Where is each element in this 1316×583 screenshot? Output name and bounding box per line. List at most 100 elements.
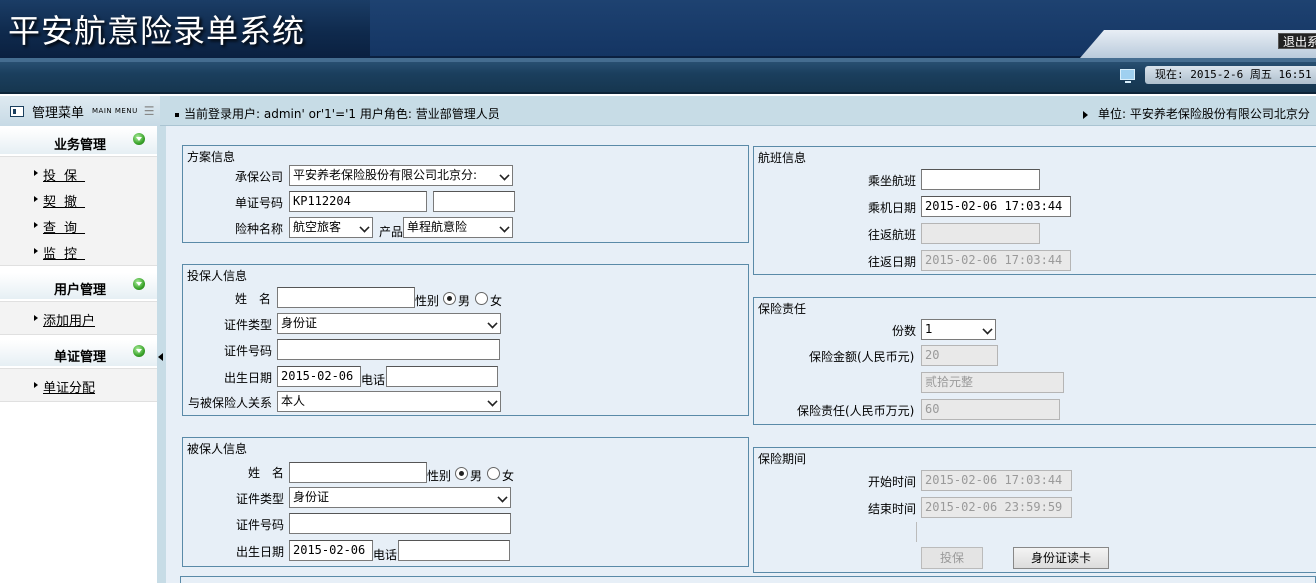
flight-label: 乘坐航班 [868,174,917,188]
insured-idtype-select[interactable]: 身份证 [289,487,511,508]
applicant-relation-select[interactable]: 本人 [277,391,501,412]
current-time: 现在: 2015-2-6 周五 16:51 [1145,66,1316,84]
applicant-female-radio[interactable] [475,292,488,305]
copies-label: 份数 [892,324,917,338]
sidebar-item-cancel[interactable]: 契撤 [43,191,85,210]
flight-date-label: 乘机日期 [868,201,917,215]
applicant-idtype-label: 证件类型 [224,318,273,332]
applicant-relation-label: 与被保险人关系 [188,396,273,410]
app-title: 平安航意险录单系统 [8,12,306,50]
applicant-phone-input[interactable] [386,366,498,387]
start-time-label: 开始时间 [868,475,917,489]
end-time-input: 2015-02-06 23:59:59 [921,497,1072,518]
insured-gender-label: 性别 [427,469,452,483]
section-title: 方案信息 [187,150,236,164]
insured-name-input[interactable] [289,462,427,483]
sidebar-item-query[interactable]: 查询 [43,217,85,236]
sidebar-group-users[interactable]: 用户管理 [0,273,157,299]
section-title: 保险责任 [758,302,807,316]
section-title: 航班信息 [758,151,807,165]
sidebar-item-add-user[interactable]: 添加用户 [43,310,95,329]
insurance-type-select[interactable]: 航空旅客 [289,217,373,238]
applicant-birth-input[interactable]: 2015-02-06 [277,366,361,387]
insured-female-label: 女 [502,469,515,483]
section-title: 被保人信息 [187,442,248,456]
insured-idno-label: 证件号码 [236,518,285,532]
applicant-birth-label: 出生日期 [224,371,273,385]
amount-words-input: 贰拾元整 [921,372,1064,393]
sidebar-group-certs[interactable]: 单证管理 [0,340,157,366]
bullet-icon [34,222,38,228]
amount-input: 20 [921,345,998,366]
sidebar-group-title: 单证管理 [54,350,107,365]
return-date-input[interactable]: 2015-02-06 17:03:44 [921,250,1071,271]
flight-date-input[interactable]: 2015-02-06 17:03:44 [921,196,1071,217]
logout-button[interactable]: 退出系 [1278,33,1316,49]
copies-select[interactable]: 1 [921,319,996,340]
expand-icon[interactable] [133,345,145,357]
flight-input[interactable] [921,169,1040,190]
insured-idno-input[interactable] [289,513,511,534]
liability-amount-input: 60 [921,399,1060,420]
bullet-icon [34,196,38,202]
insurance-type-label: 险种名称 [235,222,284,236]
menu-label: 管理菜单 [32,105,85,121]
chevron-down-icon [487,396,498,407]
status-bar [0,58,1316,94]
chevron-down-icon [487,318,498,329]
bullet-icon [34,315,38,321]
read-idcard-button[interactable]: 身份证读卡 [1013,547,1109,569]
applicant-phone-label: 电话 [361,373,386,387]
product-select[interactable]: 单程航意险 [403,217,513,238]
section-title: 保险期间 [758,452,807,466]
applicant-idno-input[interactable] [277,339,500,360]
applicant-male-radio[interactable] [443,292,456,305]
sidebar-item-monitor[interactable]: 监控 [43,243,85,262]
return-flight-label: 往返航班 [868,228,917,242]
menu-label-en: MAIN MENU [92,107,138,115]
applicant-idtype-select[interactable]: 身份证 [277,313,501,334]
applicant-female-label: 女 [490,294,503,308]
arrow-right-icon [1083,110,1088,119]
login-user-info: 当前登录用户: admin' or'1'='1 用户角色: 营业部管理人员 [175,105,500,122]
sidebar-group-title: 用户管理 [54,283,107,298]
bullet-icon [34,248,38,254]
expand-icon[interactable] [133,278,145,290]
cert-number-input-2[interactable] [433,191,515,212]
cert-number-input[interactable]: KP112204 [289,191,427,212]
app-header: 平安航意险录单系统 退出系 [0,0,1316,58]
bullet-icon [34,382,38,388]
insured-phone-label: 电话 [373,548,398,562]
menu-toggle-icon[interactable]: ☰ [144,104,155,118]
end-time-label: 结束时间 [868,502,917,516]
submit-button[interactable]: 投保 [921,547,983,569]
liability-amount-label: 保险责任(人民币万元) [797,404,915,418]
insured-male-radio[interactable] [455,467,468,480]
sidebar-group-title: 业务管理 [54,138,107,153]
bullet-icon [175,112,179,117]
applicant-name-input[interactable] [277,287,415,308]
cert-number-label: 单证号码 [235,196,284,210]
unit-info: 单位: 平安养老保险股份有限公司北京分 [1083,105,1310,122]
sidebar-item-apply[interactable]: 投保 [43,165,85,184]
company-select[interactable]: 平安养老保险股份有限公司北京分: [289,165,513,186]
collapse-sidebar-icon[interactable] [158,353,163,361]
sidebar-group-business[interactable]: 业务管理 [0,128,157,154]
sidebar-item-cert-allocation[interactable]: 单证分配 [43,377,95,396]
bullet-icon [34,170,38,176]
product-label: 产品 [379,225,404,239]
insured-birth-input[interactable]: 2015-02-06 [289,540,373,561]
expand-icon[interactable] [133,133,145,145]
insured-idtype-label: 证件类型 [236,492,285,506]
insured-female-radio[interactable] [487,467,500,480]
next-section [180,576,1316,583]
return-date-label: 往返日期 [868,255,917,269]
insured-phone-input[interactable] [398,540,510,561]
return-flight-input[interactable] [921,223,1040,244]
section-title: 投保人信息 [187,269,248,283]
applicant-idno-label: 证件号码 [224,344,273,358]
applicant-gender-label: 性别 [415,294,440,308]
monitor-icon [1120,69,1135,83]
insured-male-label: 男 [470,469,483,483]
divider [916,522,917,542]
